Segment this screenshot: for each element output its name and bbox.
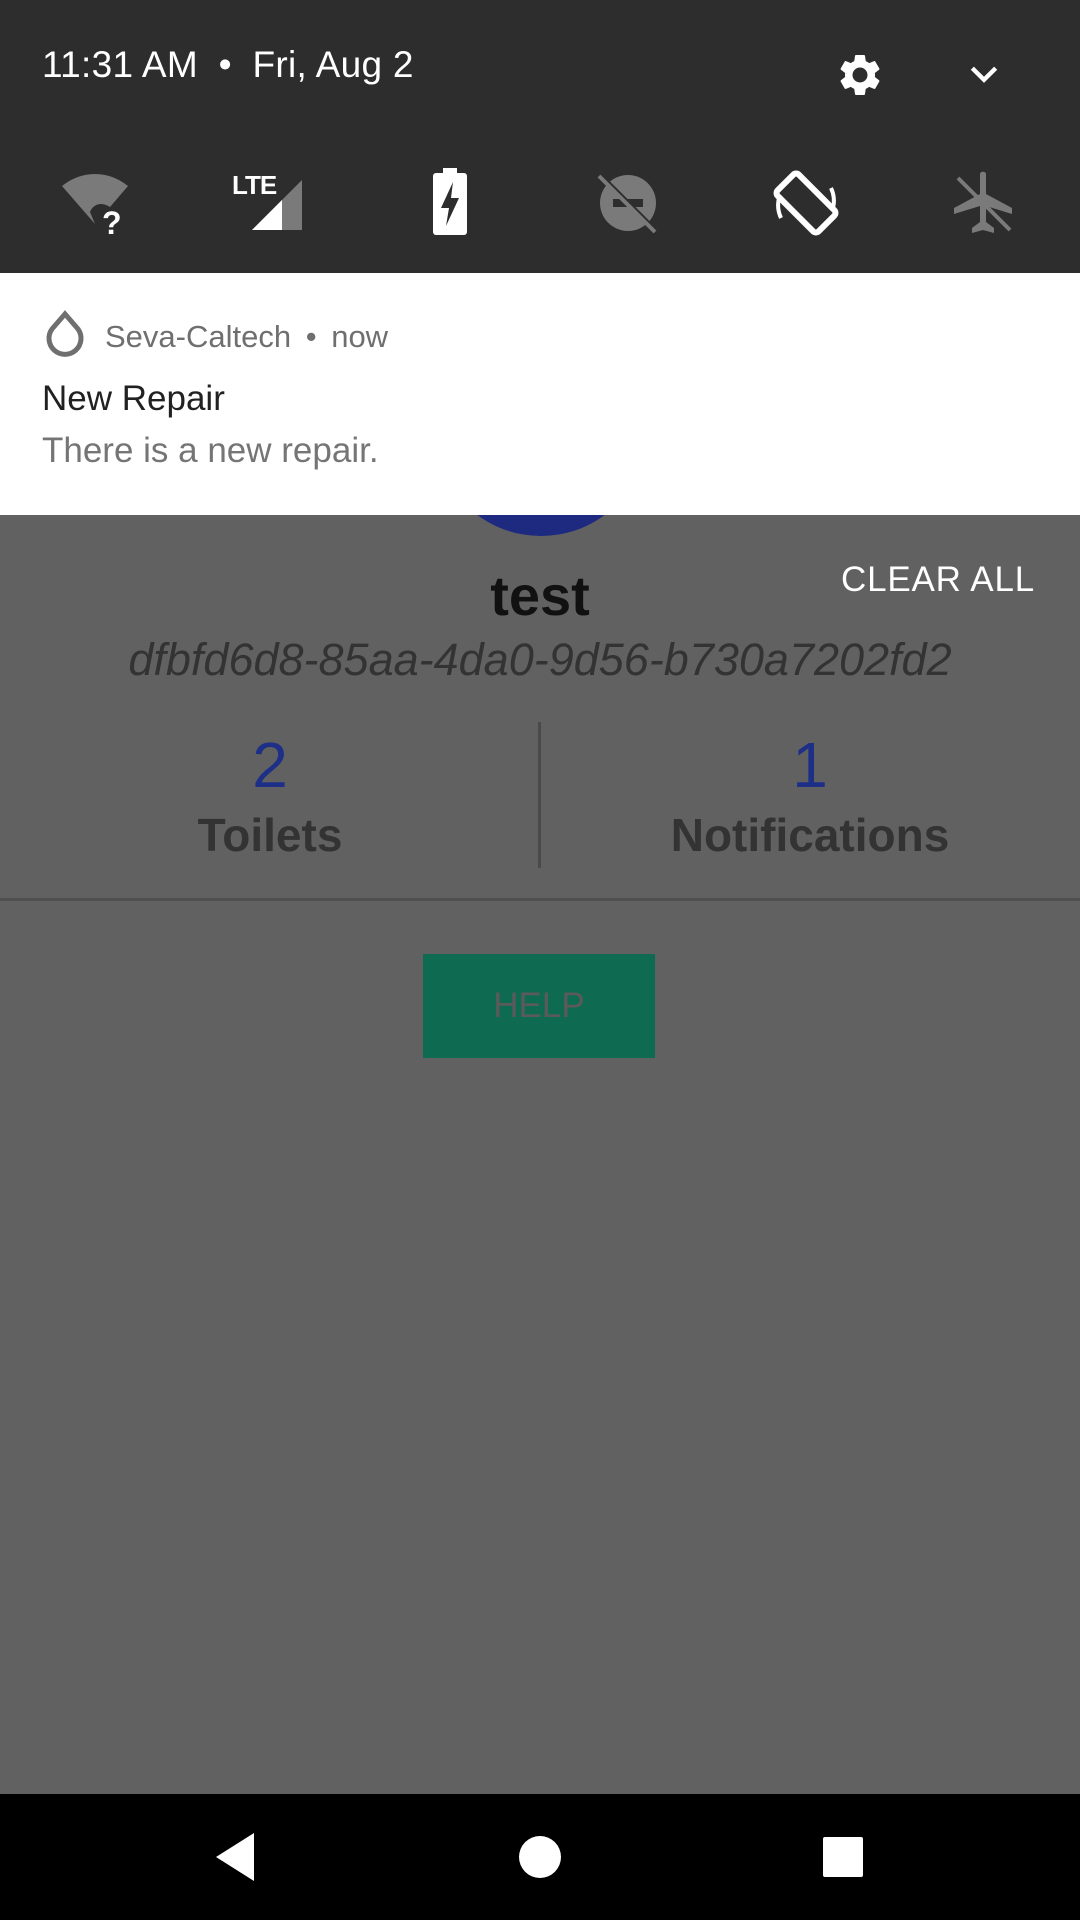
svg-text:?: ?	[102, 205, 122, 238]
back-icon[interactable]	[208, 1827, 268, 1887]
auto-rotate-icon[interactable]	[771, 168, 841, 238]
expand-chevron-down-icon[interactable]	[964, 54, 1004, 94]
settings-gear-icon[interactable]	[835, 50, 885, 100]
recents-icon[interactable]	[813, 1827, 873, 1887]
user-name: test	[490, 564, 590, 627]
avatar-container	[0, 515, 1080, 545]
notifications-count: 1	[792, 729, 828, 801]
notification-title: New Repair	[42, 379, 225, 418]
notification-text: There is a new repair.	[42, 431, 379, 470]
shade-date-time: 11:31 AM • Fri, Aug 2	[42, 44, 414, 86]
notifications-label: Notifications	[670, 809, 950, 861]
home-icon[interactable]	[510, 1827, 570, 1887]
toilets-count: 2	[252, 729, 288, 801]
lte-label: LTE	[232, 170, 277, 200]
lte-signal-icon[interactable]: LTE	[232, 168, 302, 238]
battery-charging-icon[interactable]	[415, 168, 485, 238]
shade-separator: •	[218, 44, 232, 85]
water-drop-icon	[42, 309, 88, 361]
help-button[interactable]: HELP	[423, 954, 655, 1058]
navigation-bar	[0, 1794, 1080, 1920]
avatar	[443, 515, 639, 536]
section-divider	[0, 898, 1080, 901]
do-not-disturb-off-icon[interactable]	[593, 168, 663, 238]
user-id: dfbfd6d8-85aa-4da0-9d56-b730a7202fd2	[128, 634, 952, 685]
wifi-unknown-icon[interactable]: ?	[60, 168, 130, 238]
toilets-label: Toilets	[197, 809, 343, 861]
shade-time: 11:31 AM	[42, 44, 198, 85]
notification-header: Seva-Caltech • now	[105, 319, 388, 355]
notification-separator: •	[305, 319, 317, 354]
notification-time: now	[331, 319, 389, 354]
notification-card[interactable]: Seva-Caltech • now New Repair There is a…	[0, 273, 1080, 515]
notification-app-name: Seva-Caltech	[105, 319, 292, 354]
quick-settings-shade: 11:31 AM • Fri, Aug 2 ? LTE	[0, 0, 1080, 273]
airplane-mode-icon[interactable]	[948, 168, 1018, 238]
shade-date: Fri, Aug 2	[252, 44, 414, 85]
toilets-stat[interactable]: 2 Toilets	[0, 730, 540, 862]
notifications-stat[interactable]: 1 Notifications	[540, 730, 1080, 862]
